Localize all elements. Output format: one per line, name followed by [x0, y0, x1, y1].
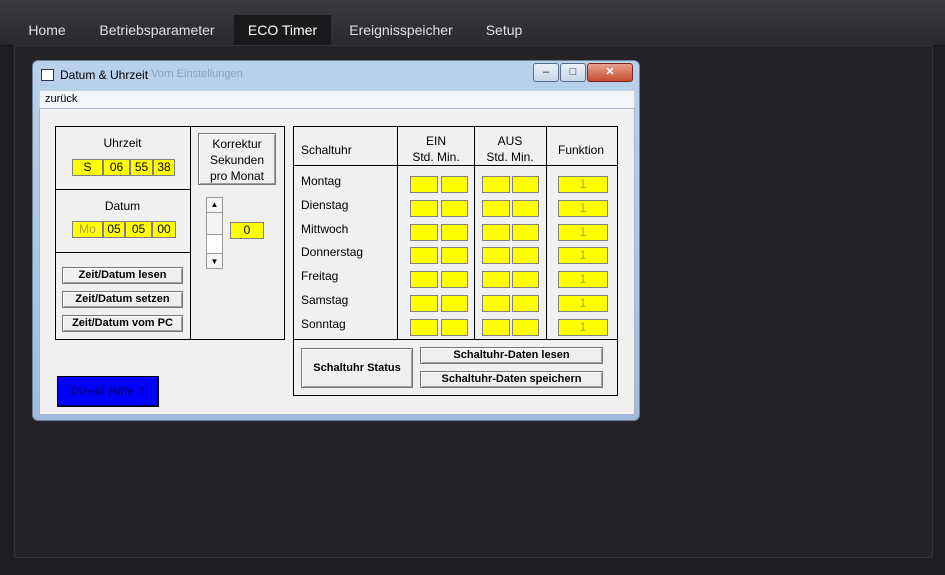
aus-minute-field[interactable] — [512, 223, 539, 241]
aus-header: AUS — [497, 134, 523, 148]
ein-minute-field[interactable] — [441, 318, 468, 336]
tab-eco-timer[interactable]: ECO Timer — [234, 15, 331, 45]
tab-ereignisspeicher[interactable]: Ereignisspeicher — [339, 15, 463, 45]
aus-minute-field[interactable] — [512, 295, 539, 312]
scroll-thumb[interactable] — [207, 234, 222, 254]
time-second-field[interactable]: 38 — [153, 159, 175, 176]
help-button[interactable]: Direkt Hilfe ? — [57, 376, 159, 407]
window-title: Datum & Uhrzeit — [60, 68, 149, 82]
menu-bar: zurück — [39, 90, 635, 109]
ein-minute-field[interactable] — [441, 199, 468, 217]
aus-minute-field[interactable] — [512, 199, 539, 217]
time-from-pc-button[interactable]: Zeit/Datum vom PC — [62, 315, 183, 332]
date-month-field[interactable]: 05 — [125, 221, 152, 238]
aus-minute-field[interactable] — [512, 247, 539, 265]
function-field[interactable]: 1 — [558, 176, 608, 193]
date-day-field[interactable]: 05 — [103, 221, 125, 238]
divider — [546, 126, 547, 339]
read-time-button[interactable]: Zeit/Datum lesen — [62, 267, 183, 284]
menu-back[interactable]: zurück — [45, 93, 77, 105]
function-field[interactable]: 1 — [558, 318, 608, 336]
set-time-button[interactable]: Zeit/Datum setzen — [62, 291, 183, 308]
schedule-status-button[interactable]: Schaltuhr Status — [301, 348, 413, 388]
correction-scrollbar[interactable]: ▲ ▼ — [206, 197, 223, 269]
top-navigation: Home Betriebsparameter ECO Timer Ereigni… — [0, 0, 945, 46]
aus-hour-field[interactable] — [482, 295, 510, 312]
function-field[interactable]: 1 — [558, 247, 608, 265]
aus-hour-field[interactable] — [482, 176, 510, 193]
divider — [293, 165, 617, 166]
ein-hour-field[interactable] — [410, 199, 438, 217]
aus-minute-field[interactable] — [512, 318, 539, 336]
window-client: Uhrzeit S 06 55 38 Datum Mo 05 05 00 Zei… — [39, 108, 635, 415]
ein-minute-field[interactable] — [441, 176, 468, 193]
day-label: Dienstag — [301, 197, 349, 212]
day-label: Freitag — [301, 269, 339, 284]
day-label: Samstag — [301, 293, 349, 307]
ein-hour-field[interactable] — [410, 223, 438, 241]
aus-hour-field[interactable] — [482, 199, 510, 217]
function-field[interactable]: 1 — [558, 295, 608, 312]
ein-hour-field[interactable] — [410, 295, 438, 312]
scroll-up-icon[interactable]: ▲ — [207, 198, 222, 213]
correction-value-field[interactable]: 0 — [230, 222, 264, 239]
time-hour-field[interactable]: 06 — [103, 159, 130, 176]
aus-hour-field[interactable] — [482, 271, 510, 289]
ein-minute-field[interactable] — [441, 247, 468, 265]
schedule-read-button[interactable]: Schaltuhr-Daten lesen — [420, 347, 603, 364]
date-label: Datum — [104, 199, 141, 213]
window-titlebar[interactable]: Datum & Uhrzeit Vorn Einstellungen – □ ✕ — [33, 61, 639, 89]
aus-hour-field[interactable] — [482, 223, 510, 241]
ein-minute-field[interactable] — [441, 223, 468, 241]
day-label: Montag — [301, 174, 342, 188]
ein-hour-field[interactable] — [410, 318, 438, 336]
function-field[interactable]: 1 — [558, 199, 608, 217]
function-header: Funktion — [557, 143, 605, 157]
maximize-icon[interactable]: □ — [560, 63, 586, 82]
schedule-header: Schaltuhr — [301, 143, 352, 157]
day-label: Donnerstag — [301, 245, 364, 260]
background-window-title: Vorn Einstellungen — [151, 68, 243, 80]
time-weekday-field[interactable]: S — [72, 159, 103, 176]
day-label: Sonntag — [301, 316, 346, 331]
ein-minute-field[interactable] — [441, 295, 468, 312]
function-field[interactable]: 1 — [558, 271, 608, 289]
datetime-window: Datum & Uhrzeit Vorn Einstellungen – □ ✕… — [32, 60, 640, 421]
date-year-field[interactable]: 00 — [152, 221, 176, 238]
divider — [293, 339, 617, 340]
divider — [55, 252, 190, 253]
correction-button[interactable]: Korrektur Sekunden pro Monat — [198, 133, 276, 185]
divider — [55, 189, 190, 190]
aus-hour-field[interactable] — [482, 318, 510, 336]
minimize-icon[interactable]: – — [533, 63, 559, 82]
date-weekday-field[interactable]: Mo — [72, 221, 103, 238]
aus-subheader: Std. Min. — [486, 150, 534, 164]
tab-home[interactable]: Home — [14, 15, 80, 45]
window-icon — [41, 69, 54, 81]
tab-setup[interactable]: Setup — [474, 15, 534, 45]
ein-subheader: Std. Min. — [412, 150, 460, 164]
ein-hour-field[interactable] — [410, 271, 438, 289]
ein-hour-field[interactable] — [410, 176, 438, 193]
schedule-save-button[interactable]: Schaltuhr-Daten speichern — [420, 371, 603, 388]
time-label: Uhrzeit — [103, 136, 142, 150]
close-icon[interactable]: ✕ — [587, 63, 633, 82]
ein-hour-field[interactable] — [410, 247, 438, 265]
tab-betriebsparameter[interactable]: Betriebsparameter — [86, 15, 228, 45]
aus-minute-field[interactable] — [512, 271, 539, 289]
ein-header: EIN — [425, 134, 446, 148]
day-label: Mittwoch — [301, 221, 349, 236]
ein-minute-field[interactable] — [441, 271, 468, 289]
aus-hour-field[interactable] — [482, 247, 510, 265]
time-minute-field[interactable]: 55 — [130, 159, 153, 176]
aus-minute-field[interactable] — [512, 176, 539, 193]
function-field[interactable]: 1 — [558, 223, 608, 241]
divider — [190, 126, 191, 339]
scroll-down-icon[interactable]: ▼ — [207, 253, 222, 269]
